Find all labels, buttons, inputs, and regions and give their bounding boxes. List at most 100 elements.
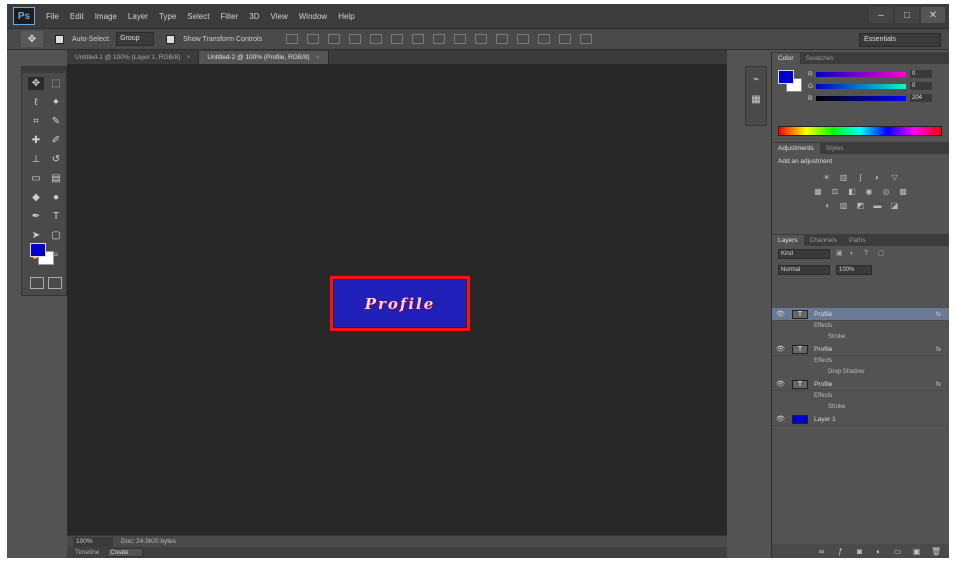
layer-name[interactable]: Profile xyxy=(814,311,832,318)
clone-stamp-tool-icon[interactable]: ⊥ xyxy=(28,153,44,166)
timeline-label[interactable]: Timeline xyxy=(75,549,99,556)
layer-row[interactable]: 👁 T Profile fx xyxy=(772,308,949,321)
layer-name[interactable]: Profile xyxy=(814,381,832,388)
document-info[interactable]: Doc: 24.5K/0 bytes xyxy=(121,538,176,545)
pen-tool-icon[interactable]: ✒ xyxy=(28,210,44,223)
distribute-hcenter-icon[interactable] xyxy=(496,34,509,44)
menu-window[interactable]: Window xyxy=(299,12,327,21)
vibrance-icon[interactable]: ▽ xyxy=(889,173,901,183)
fx-icon[interactable]: fx xyxy=(936,311,941,318)
close-tab-icon[interactable]: × xyxy=(187,54,191,61)
hue-saturation-icon[interactable]: ▦ xyxy=(812,187,824,197)
auto-select-checkbox[interactable] xyxy=(55,34,64,44)
trash-icon[interactable]: 🗑 xyxy=(931,547,941,556)
new-group-icon[interactable]: ▭ xyxy=(893,547,902,556)
document-tab-active[interactable]: Untitled-2 @ 100% (Profile, RGB/8) × xyxy=(199,51,329,64)
eye-icon[interactable]: 👁 xyxy=(776,415,788,423)
menu-layer[interactable]: Layer xyxy=(128,12,148,21)
blue-slider[interactable]: B 204 xyxy=(808,94,932,102)
distribute-vcenter-icon[interactable] xyxy=(433,34,446,44)
tab-color[interactable]: Color xyxy=(772,53,800,64)
photo-filter-icon[interactable]: ◉ xyxy=(863,187,875,197)
distribute-bottom-icon[interactable] xyxy=(454,34,467,44)
close-button[interactable]: ✕ xyxy=(921,7,945,23)
3d-mode-icon[interactable] xyxy=(538,34,551,44)
fx-icon[interactable]: fx xyxy=(936,381,941,388)
align-bottom-icon[interactable] xyxy=(328,34,341,44)
eye-icon[interactable]: 👁 xyxy=(776,380,788,388)
path-selection-tool-icon[interactable]: ➤ xyxy=(28,229,44,242)
3d-rotate-icon[interactable] xyxy=(559,34,572,44)
tab-styles[interactable]: Styles xyxy=(820,143,850,154)
menu-filter[interactable]: Filter xyxy=(221,12,239,21)
menu-3d[interactable]: 3D xyxy=(249,12,259,21)
green-slider[interactable]: G 0 xyxy=(808,82,932,90)
workspace-dropdown[interactable]: Essentials xyxy=(859,33,941,47)
blend-mode-dropdown[interactable]: Normal xyxy=(778,265,830,275)
color-balance-icon[interactable]: ⚖ xyxy=(829,187,841,197)
properties-icon[interactable]: ▦ xyxy=(749,93,763,107)
tab-swatches[interactable]: Swatches xyxy=(800,53,840,64)
align-top-icon[interactable] xyxy=(286,34,299,44)
menu-image[interactable]: Image xyxy=(95,12,117,21)
eyedropper-tool-icon[interactable]: ✎ xyxy=(48,115,64,128)
3d-pan-icon[interactable] xyxy=(580,34,593,44)
selective-color-icon[interactable]: ◪ xyxy=(889,201,901,211)
panel-foreground-swatch[interactable] xyxy=(778,70,794,84)
eye-icon[interactable]: 👁 xyxy=(776,345,788,353)
canvas-area[interactable]: Profile xyxy=(67,64,727,535)
layer-effect-item[interactable]: Stroke xyxy=(772,402,949,413)
link-layers-icon[interactable]: ∞ xyxy=(817,547,826,556)
move-tool-preset-icon[interactable]: ✥ xyxy=(21,31,43,47)
menu-select[interactable]: Select xyxy=(187,12,209,21)
tab-channels[interactable]: Channels xyxy=(804,235,843,246)
layer-effects-row[interactable]: Effects xyxy=(772,321,949,332)
layer-name[interactable]: Layer 1 xyxy=(814,416,836,423)
menu-view[interactable]: View xyxy=(271,12,288,21)
dodge-tool-icon[interactable]: ● xyxy=(48,191,64,204)
layer-effects-row[interactable]: Effects xyxy=(772,391,949,402)
align-vcenter-icon[interactable] xyxy=(307,34,320,44)
blur-tool-icon[interactable]: ◆ xyxy=(28,191,44,204)
filter-shape-icon[interactable]: ▢ xyxy=(878,250,886,258)
minimize-button[interactable]: – xyxy=(869,7,893,23)
crop-tool-icon[interactable]: ⌗ xyxy=(28,115,44,128)
align-hcenter-icon[interactable] xyxy=(370,34,383,44)
history-brush-tool-icon[interactable]: ↺ xyxy=(48,153,64,166)
menu-type[interactable]: Type xyxy=(159,12,176,21)
document-tab[interactable]: Untitled-1 @ 100% (Layer 1, RGB/8) × xyxy=(67,51,200,64)
gradient-map-icon[interactable]: ▬ xyxy=(872,201,884,211)
move-tool-icon[interactable]: ✥ xyxy=(28,77,44,90)
new-layer-icon[interactable]: ▣ xyxy=(912,547,921,556)
zoom-field[interactable]: 100% xyxy=(73,536,113,547)
red-slider[interactable]: R 0 xyxy=(808,70,932,78)
layer-row[interactable]: 👁 T Profile fx xyxy=(772,378,949,391)
distribute-right-icon[interactable] xyxy=(517,34,530,44)
menu-file[interactable]: File xyxy=(46,12,59,21)
tab-paths[interactable]: Paths xyxy=(843,235,872,246)
black-white-icon[interactable]: ◧ xyxy=(846,187,858,197)
opacity-field[interactable]: 100% xyxy=(836,265,872,275)
align-right-icon[interactable] xyxy=(391,34,404,44)
transform-controls-checkbox[interactable] xyxy=(166,34,176,44)
layer-effect-item[interactable]: Stroke xyxy=(772,332,949,343)
menu-help[interactable]: Help xyxy=(338,12,354,21)
screen-mode-button[interactable] xyxy=(48,277,62,289)
layer-effect-item[interactable]: Drop Shadow xyxy=(772,367,949,378)
tab-adjustments[interactable]: Adjustments xyxy=(772,143,820,154)
exposure-icon[interactable]: ◐ xyxy=(872,173,884,183)
filter-adjustment-icon[interactable]: ◐ xyxy=(850,250,858,258)
gradient-tool-icon[interactable]: ▤ xyxy=(48,172,64,185)
color-lookup-icon[interactable]: ▩ xyxy=(897,187,909,197)
distribute-top-icon[interactable] xyxy=(412,34,425,44)
filter-pixel-icon[interactable]: ▣ xyxy=(836,250,844,258)
marquee-tool-icon[interactable]: ⬚ xyxy=(48,77,64,90)
layer-row[interactable]: 👁 Layer 1 xyxy=(772,413,949,426)
quick-mask-button[interactable] xyxy=(30,277,44,289)
healing-brush-tool-icon[interactable]: ✚ xyxy=(28,134,44,147)
create-timeline-button[interactable]: Create xyxy=(107,548,144,557)
lasso-tool-icon[interactable]: ℓ xyxy=(28,96,44,109)
channel-mixer-icon[interactable]: ◎ xyxy=(880,187,892,197)
distribute-left-icon[interactable] xyxy=(475,34,488,44)
auto-select-dropdown[interactable]: Group xyxy=(116,32,155,46)
